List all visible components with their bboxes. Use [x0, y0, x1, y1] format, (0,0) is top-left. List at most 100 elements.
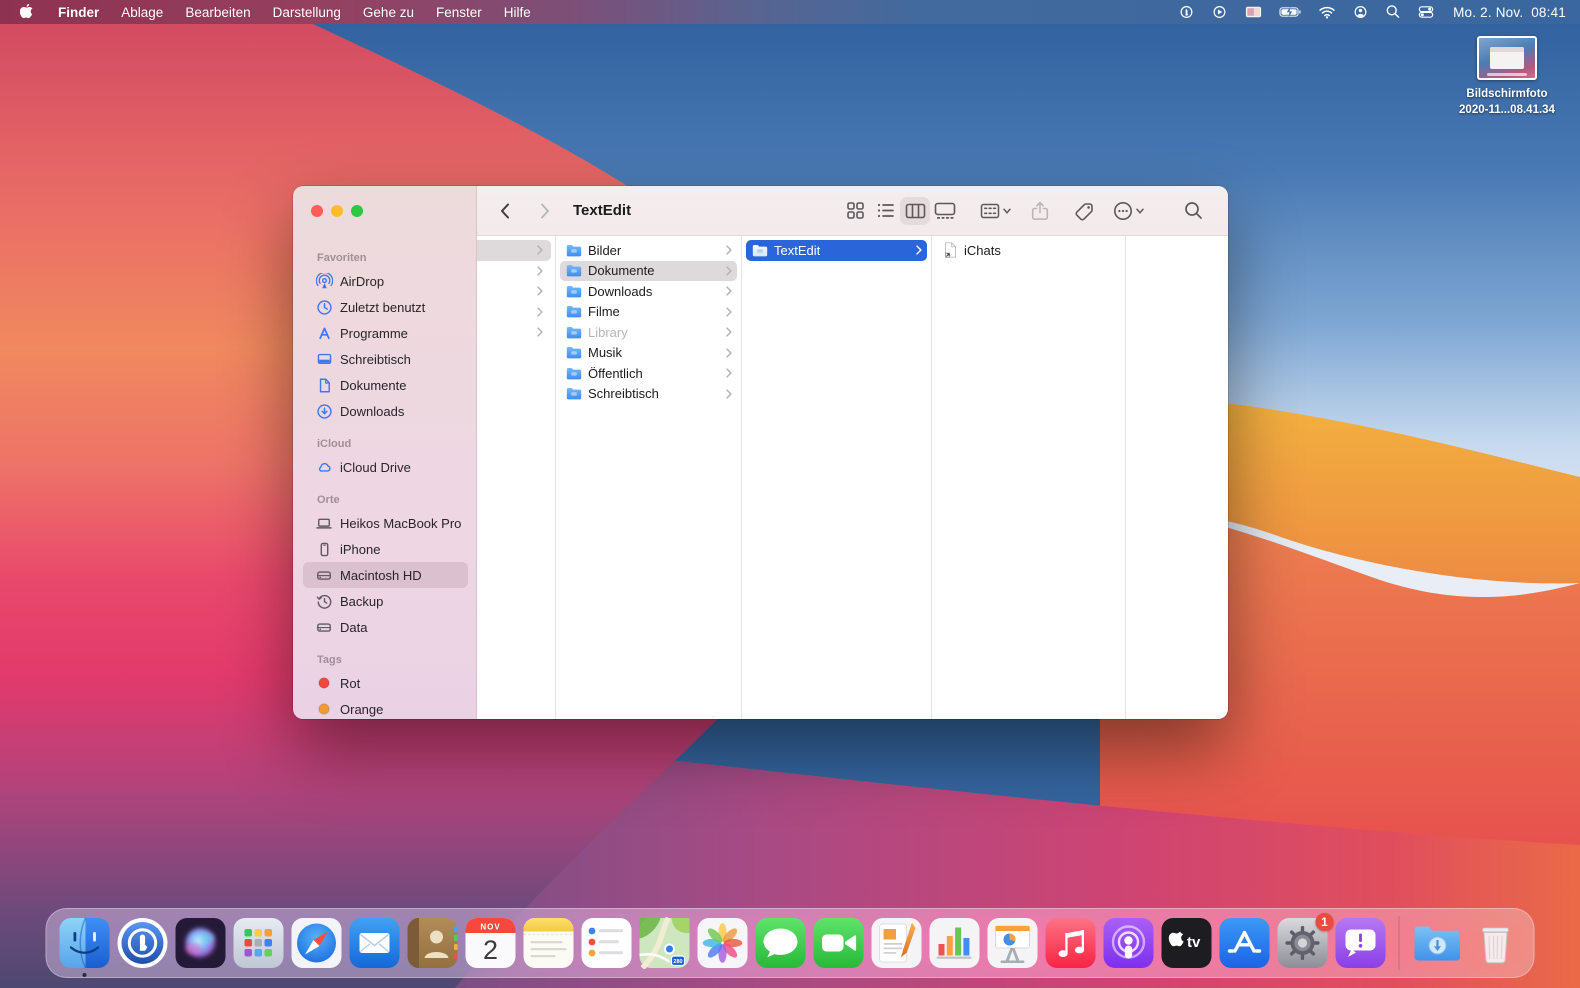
dock-messages-icon[interactable] — [755, 917, 807, 969]
display-menu-icon[interactable] — [1236, 0, 1271, 24]
sidebar-item-heikos-macbook-pro[interactable]: Heikos MacBook Pro — [303, 510, 468, 536]
file-row-filme[interactable]: Filme — [560, 302, 737, 323]
screenshot-thumbnail — [1477, 36, 1537, 80]
sidebar-item-iphone[interactable]: iPhone — [303, 536, 468, 562]
sidebar-item-macintosh-hd[interactable]: Macintosh HD — [303, 562, 468, 588]
file-row[interactable] — [477, 302, 551, 323]
dock-photos-icon[interactable] — [697, 917, 749, 969]
dock-maps-icon[interactable]: 280 — [639, 917, 691, 969]
dock-onepassword-icon[interactable] — [117, 917, 169, 969]
dock-contacts-icon[interactable] — [407, 917, 459, 969]
menu-darstellung[interactable]: Darstellung — [262, 0, 352, 24]
dock-safari-icon[interactable] — [291, 917, 343, 969]
sidebar-item-label: Heikos MacBook Pro — [340, 516, 461, 531]
sidebar-item-downloads[interactable]: Downloads — [303, 398, 468, 424]
file-label: Öffentlich — [588, 366, 643, 381]
file-row[interactable] — [477, 240, 551, 261]
close-button[interactable] — [311, 205, 323, 217]
file-row-schreibtisch[interactable]: Schreibtisch — [560, 384, 737, 405]
dock-podcasts-icon[interactable] — [1103, 917, 1155, 969]
more-actions-button[interactable] — [1113, 197, 1144, 225]
toolbar-actions — [840, 186, 1228, 235]
sidebar-item-icloud-drive[interactable]: iCloud Drive — [303, 454, 468, 480]
dock-music-icon[interactable] — [1045, 917, 1097, 969]
sidebar-item-rot[interactable]: Rot — [303, 670, 468, 696]
file-row[interactable] — [477, 281, 551, 302]
sidebar-item-orange[interactable]: Orange — [303, 696, 468, 719]
dock-notes-icon[interactable] — [523, 917, 575, 969]
dock-launchpad-icon[interactable] — [233, 917, 285, 969]
file-row-ichats[interactable]: iChats — [936, 240, 1121, 261]
onepassword-menu-icon[interactable] — [1170, 0, 1203, 24]
dock-keynote-icon[interactable] — [987, 917, 1039, 969]
menu-hilfe[interactable]: Hilfe — [493, 0, 542, 24]
sidebar-item-zuletzt-benutzt[interactable]: Zuletzt benutzt — [303, 294, 468, 320]
menu-ablage[interactable]: Ablage — [110, 0, 174, 24]
file-row[interactable] — [477, 261, 551, 282]
dock-calendar-icon[interactable]: NOV2 — [465, 917, 517, 969]
dock-finder-icon[interactable] — [59, 917, 111, 969]
menu-gehe-zu[interactable]: Gehe zu — [352, 0, 425, 24]
share-button[interactable] — [1025, 197, 1055, 225]
dock-apple-tv-icon[interactable]: tv — [1161, 917, 1213, 969]
desktop-screenshot-icon[interactable]: Bildschirmfoto 2020-11...08.41.34 — [1443, 36, 1571, 118]
file-row-downloads[interactable]: Downloads — [560, 281, 737, 302]
file-row-dokumente[interactable]: Dokumente — [560, 261, 737, 282]
columns-view-button[interactable] — [900, 197, 930, 225]
sidebar-item-programme[interactable]: Programme — [303, 320, 468, 346]
forward-button[interactable] — [531, 198, 559, 224]
sidebar-item-dokumente[interactable]: Dokumente — [303, 372, 468, 398]
iphone-icon — [315, 540, 333, 558]
zoom-button[interactable] — [351, 205, 363, 217]
menu-bearbeiten[interactable]: Bearbeiten — [174, 0, 261, 24]
dock-numbers-icon[interactable] — [929, 917, 981, 969]
wifi-menu-icon[interactable] — [1310, 0, 1344, 24]
user-switch-menu-icon[interactable] — [1344, 0, 1377, 24]
dock-siri-icon[interactable] — [175, 917, 227, 969]
search-button[interactable] — [1178, 197, 1208, 225]
list-view-button[interactable] — [870, 197, 900, 225]
dock-pages-icon[interactable] — [871, 917, 923, 969]
apple-menu-icon[interactable] — [0, 4, 47, 21]
screenshot-label: Bildschirmfoto 2020-11...08.41.34 — [1443, 87, 1571, 118]
file-row[interactable] — [477, 322, 551, 343]
battery-menu-icon[interactable] — [1271, 0, 1310, 24]
dock-mail-icon[interactable] — [349, 917, 401, 969]
svg-text:tv: tv — [1187, 934, 1201, 951]
playback-menu-icon[interactable] — [1203, 0, 1236, 24]
file-row-musik[interactable]: Musik — [560, 343, 737, 364]
svg-text:2: 2 — [483, 935, 498, 965]
sidebar-section-tags: Tags — [293, 654, 476, 670]
users-column — [477, 236, 556, 719]
sidebar-item-airdrop[interactable]: AirDrop — [303, 268, 468, 294]
file-row-library[interactable]: Library — [560, 322, 737, 343]
menu-bar-clock[interactable]: Mo. 2. Nov. 08:41 — [1443, 5, 1566, 20]
spotlight-menu-icon[interactable] — [1377, 0, 1409, 24]
minimize-button[interactable] — [331, 205, 343, 217]
group-by-button[interactable] — [980, 197, 1011, 225]
dock-app-store-icon[interactable] — [1219, 917, 1271, 969]
finder-main: TextEdit — [477, 186, 1228, 719]
dock-system-preferences-icon[interactable]: 1 — [1277, 917, 1329, 969]
dock-trash-icon[interactable] — [1470, 917, 1522, 969]
gallery-view-button[interactable] — [930, 197, 960, 225]
dock-feedback-assistant-icon[interactable] — [1335, 917, 1387, 969]
sidebar-item-label: iPhone — [340, 542, 380, 557]
file-row-bilder[interactable]: Bilder — [560, 240, 737, 261]
dock-downloads-folder-icon[interactable] — [1412, 917, 1464, 969]
sidebar-item-schreibtisch[interactable]: Schreibtisch — [303, 346, 468, 372]
control-center-menu-icon[interactable] — [1409, 0, 1443, 24]
dock-facetime-icon[interactable] — [813, 917, 865, 969]
tag-button[interactable] — [1069, 197, 1099, 225]
icons-view-button[interactable] — [840, 197, 870, 225]
file-row-textedit[interactable]: TextEdit — [746, 240, 927, 261]
menu-finder[interactable]: Finder — [47, 0, 110, 24]
dock-reminders-icon[interactable] — [581, 917, 633, 969]
app-a-icon — [315, 324, 333, 342]
back-button[interactable] — [491, 198, 519, 224]
sidebar-item-backup[interactable]: Backup — [303, 588, 468, 614]
file-row-öffentlich[interactable]: Öffentlich — [560, 363, 737, 384]
sidebar-item-data[interactable]: Data — [303, 614, 468, 640]
airdrop-icon — [315, 272, 333, 290]
menu-fenster[interactable]: Fenster — [425, 0, 493, 24]
